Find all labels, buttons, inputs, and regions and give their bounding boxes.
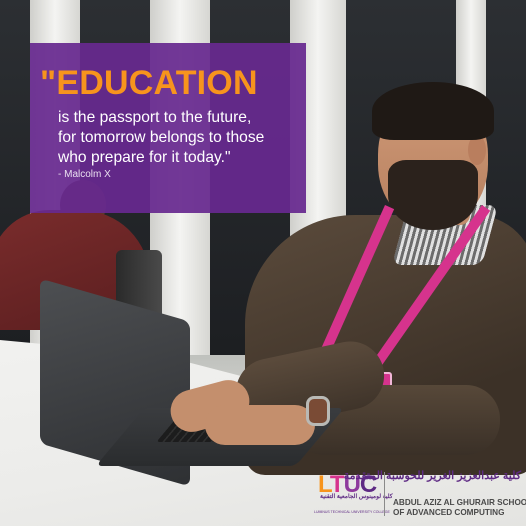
school-english-name: ABDUL AZIZ AL GHURAIR SCHOOL OF ADVANCED… (393, 498, 526, 518)
wristwatch (306, 396, 330, 426)
ltuc-arabic-name: كلية لومينوس الجامعية التقنية (320, 494, 393, 500)
quote-author: - Malcolm X (58, 169, 111, 180)
person-beard (388, 160, 478, 230)
person-hair (372, 82, 494, 140)
quote-headline: "EDUCATION (40, 64, 258, 102)
school-arabic-name: كلية عبدالعزيز الغرير للحوسبة المتقدمة (343, 470, 521, 482)
ltuc-english-name: LUMINUS TECHNICAL UNIVERSITY COLLEGE (314, 510, 390, 514)
school-name-line: OF ADVANCED COMPUTING (393, 508, 505, 517)
poster: "EDUCATION is the passport to the future… (0, 0, 526, 526)
window-panel (0, 0, 30, 390)
school-name-line: ABDUL AZIZ AL GHURAIR SCHOOL (393, 498, 526, 507)
quote-line: who prepare for it today." (58, 149, 231, 166)
quote-line: is the passport to the future, (58, 109, 252, 126)
person-hand (205, 405, 315, 445)
quote-body: is the passport to the future, for tomor… (58, 108, 304, 168)
quote-line: for tomorrow belongs to those (58, 129, 265, 146)
